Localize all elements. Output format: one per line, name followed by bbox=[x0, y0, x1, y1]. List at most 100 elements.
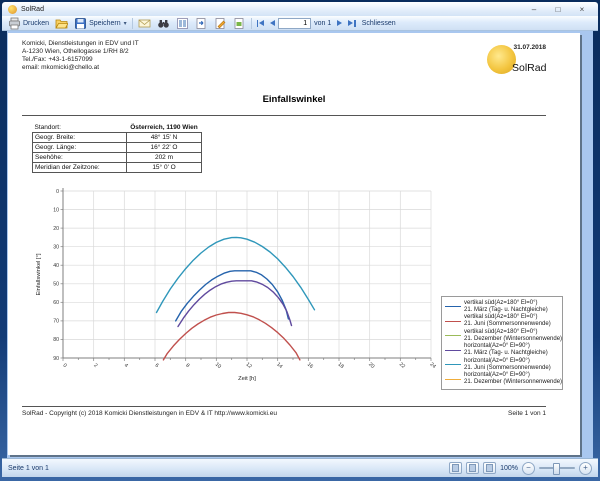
view-page-width-icon[interactable] bbox=[466, 462, 479, 474]
svg-text:18: 18 bbox=[337, 362, 345, 370]
header-divider bbox=[22, 115, 546, 116]
close-preview-button[interactable]: Schliessen bbox=[359, 17, 399, 30]
legend-entry: horizontal(Az=0° El=90°)21. Dezember (Wi… bbox=[445, 372, 559, 386]
app-sun-icon bbox=[8, 5, 17, 14]
legend-line-swatch bbox=[445, 321, 461, 322]
open-folder-icon bbox=[55, 17, 68, 30]
title-bar: SolRad – □ × bbox=[2, 2, 598, 16]
legend-line-swatch bbox=[445, 350, 461, 351]
page-of-label: von 1 bbox=[314, 20, 331, 27]
zoom-slider-thumb[interactable] bbox=[553, 463, 560, 475]
toolbar-separator bbox=[132, 18, 133, 29]
email-button[interactable] bbox=[135, 17, 154, 30]
print-icon bbox=[8, 17, 21, 30]
app-window: SolRad – □ × Drucken Speichern ▾ bbox=[0, 0, 600, 481]
zoom-in-button[interactable]: + bbox=[579, 462, 592, 475]
last-page-button[interactable] bbox=[345, 18, 359, 29]
svg-text:14: 14 bbox=[275, 362, 283, 370]
legend-line-swatch bbox=[445, 364, 461, 365]
svg-text:0: 0 bbox=[56, 189, 59, 195]
open-button[interactable] bbox=[52, 17, 71, 30]
table-row: Geogr. Breite: 48° 15' N bbox=[33, 133, 202, 143]
customize-button[interactable] bbox=[173, 17, 192, 30]
close-window-button[interactable]: × bbox=[572, 4, 592, 15]
company-line: email: mkomicki@chello.at bbox=[22, 64, 139, 72]
search-binoculars-icon bbox=[157, 17, 170, 30]
svg-text:20: 20 bbox=[367, 362, 375, 370]
preview-area[interactable]: Komicki, Dienstleistungen in EDV und IT … bbox=[7, 31, 593, 458]
save-dropdown-icon[interactable]: ▾ bbox=[124, 20, 127, 27]
svg-text:24: 24 bbox=[429, 362, 437, 370]
solrad-logo-text: SolRad bbox=[512, 62, 546, 74]
svg-text:8: 8 bbox=[184, 363, 190, 370]
export-page-icon bbox=[195, 17, 208, 30]
page-number-input[interactable] bbox=[278, 18, 311, 29]
zoom-out-button[interactable]: − bbox=[522, 462, 535, 475]
first-page-icon bbox=[257, 20, 259, 27]
report-footer: SolRad - Copyright (c) 2018 Komicki Dien… bbox=[22, 410, 546, 417]
location-label: Standort: bbox=[33, 123, 127, 133]
legend-entry: vertikal süd(Az=180° El=0°)21. Dezember … bbox=[445, 329, 559, 343]
zoom-level: 100% bbox=[500, 465, 518, 472]
minimize-button[interactable]: – bbox=[524, 4, 544, 15]
svg-text:22: 22 bbox=[398, 362, 406, 370]
svg-text:30: 30 bbox=[53, 245, 59, 251]
legend-entry: horizontal(Az=0° El=90°)21. März (Tag- u… bbox=[445, 343, 559, 357]
footer-divider bbox=[22, 406, 546, 407]
view-whole-page-icon[interactable] bbox=[483, 462, 496, 474]
svg-text:2: 2 bbox=[92, 363, 98, 370]
company-line: A-1230 Wien, Othellogasse 1/RH 8/2 bbox=[22, 48, 139, 56]
svg-text:Einfallswinkel [°]: Einfallswinkel [°] bbox=[36, 253, 42, 295]
previous-page-button[interactable] bbox=[267, 18, 278, 28]
previous-page-icon bbox=[270, 20, 275, 26]
report-page: Komicki, Dienstleistungen in EDV und IT … bbox=[8, 33, 580, 455]
print-button[interactable]: Drucken bbox=[5, 17, 52, 30]
report-date: 31.07.2018 bbox=[513, 44, 546, 51]
company-line: Tel./Fax: +43-1-6157099 bbox=[22, 56, 139, 64]
watermark-page-icon bbox=[233, 17, 246, 30]
edit-button[interactable] bbox=[211, 17, 230, 30]
svg-text:20: 20 bbox=[53, 226, 59, 232]
incidence-angle-chart: 0102030405060708090024681012141618202224… bbox=[28, 173, 452, 395]
svg-text:0: 0 bbox=[62, 363, 68, 370]
toolbar-separator bbox=[251, 18, 252, 29]
legend-line-swatch bbox=[445, 379, 461, 380]
svg-text:50: 50 bbox=[53, 282, 59, 288]
toolbar: Drucken Speichern ▾ bbox=[2, 16, 598, 31]
svg-text:40: 40 bbox=[53, 263, 59, 269]
legend-entry: vertikal süd(Az=180° El=0°)21. März (Tag… bbox=[445, 300, 559, 314]
legend-entry: horizontal(Az=0° El=90°)21. Juni (Sommer… bbox=[445, 358, 559, 372]
company-line: Komicki, Dienstleistungen in EDV und IT bbox=[22, 40, 139, 48]
legend-entry: vertikal süd(Az=180° El=0°)21. Juni (Som… bbox=[445, 314, 559, 328]
status-page-indicator: Seite 1 von 1 bbox=[8, 465, 49, 472]
svg-text:10: 10 bbox=[214, 362, 222, 370]
status-bar: Seite 1 von 1 100% − + bbox=[2, 458, 598, 477]
search-button[interactable] bbox=[154, 17, 173, 30]
svg-text:6: 6 bbox=[154, 363, 160, 370]
svg-text:60: 60 bbox=[53, 300, 59, 306]
export-button[interactable] bbox=[192, 17, 211, 30]
report-title: Einfallswinkel bbox=[8, 94, 580, 105]
table-row: Meridian der Zeitzone: 15° 0' O bbox=[33, 163, 202, 173]
save-icon bbox=[74, 17, 87, 30]
watermark-button[interactable] bbox=[230, 17, 249, 30]
footer-copyright: SolRad - Copyright (c) 2018 Komicki Dien… bbox=[22, 410, 277, 417]
save-label: Speichern bbox=[89, 20, 121, 27]
table-row: Standort: Österreich, 1190 Wien bbox=[33, 123, 202, 133]
svg-text:4: 4 bbox=[123, 363, 129, 370]
company-address-block: Komicki, Dienstleistungen in EDV und IT … bbox=[22, 40, 139, 72]
table-row: Seehöhe: 202 m bbox=[33, 153, 202, 163]
last-page-icon bbox=[348, 20, 353, 26]
footer-page-number: Seite 1 von 1 bbox=[508, 410, 546, 417]
maximize-button[interactable]: □ bbox=[548, 4, 568, 15]
svg-text:90: 90 bbox=[53, 356, 59, 362]
print-label: Drucken bbox=[23, 20, 49, 27]
first-page-button[interactable] bbox=[254, 18, 268, 29]
next-page-button[interactable] bbox=[334, 18, 345, 28]
svg-text:Zeit [h]: Zeit [h] bbox=[238, 376, 256, 382]
location-table: Standort: Österreich, 1190 Wien Geogr. B… bbox=[32, 123, 202, 173]
save-button[interactable]: Speichern ▾ bbox=[71, 17, 130, 30]
zoom-slider[interactable] bbox=[539, 467, 575, 469]
view-facing-pages-icon[interactable] bbox=[449, 462, 462, 474]
svg-text:10: 10 bbox=[53, 207, 59, 213]
